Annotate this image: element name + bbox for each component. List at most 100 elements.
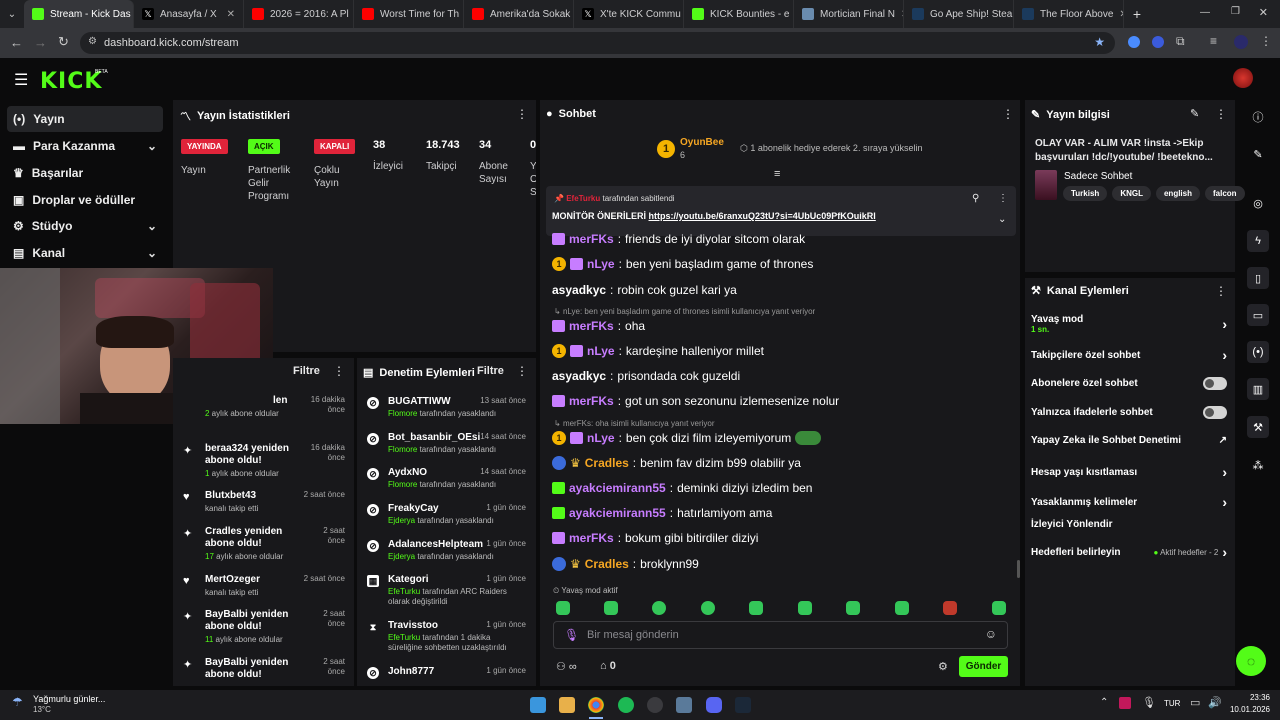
chat-icon[interactable]: ▭ — [1247, 304, 1269, 326]
collapse-leaderboard-icon[interactable]: ≡ — [774, 168, 780, 180]
microphone-tray-icon[interactable]: 🎙 — [1142, 696, 1156, 709]
steam-icon[interactable] — [735, 697, 751, 713]
sidebar-item-kanal[interactable]: ▤ Kanal ⌄ — [7, 240, 163, 266]
profile-avatar[interactable] — [1234, 35, 1248, 49]
sidebar-item-yayin[interactable]: (•) Yayın — [7, 106, 163, 132]
edit-stream-info-icon[interactable]: ✎ — [1190, 107, 1199, 120]
action-account-age[interactable]: Hesap yaşı kısıtlaması › — [1031, 464, 1227, 480]
network-icon[interactable]: ▭ — [1190, 696, 1200, 709]
clock-date[interactable]: 10.01.2026 — [1222, 705, 1270, 714]
category-thumbnail[interactable] — [1035, 170, 1057, 200]
browser-tab[interactable]: KICK Bounties - e✕ — [684, 0, 794, 28]
chat-scrollbar[interactable] — [1017, 560, 1020, 578]
edit-icon[interactable]: ✎ — [1247, 143, 1269, 165]
browser-tab[interactable]: 𝕏 Anasayfa / X ✕ — [134, 0, 244, 28]
sidebar-item-studyo[interactable]: ⚙ Stüdyo ⌄ — [7, 213, 163, 239]
action-emotes-only[interactable]: Yalnızca ifadelerle sohbet — [1031, 406, 1227, 419]
emote-icon[interactable] — [943, 601, 957, 615]
action-subscribers-only[interactable]: Abonelere özel sohbet — [1031, 377, 1227, 390]
forward-icon[interactable]: → — [34, 35, 47, 50]
help-button[interactable]: ◌ — [1236, 646, 1266, 676]
emote-icon[interactable] — [604, 601, 618, 615]
browser-tab[interactable]: Go Ape Ship! Stea✕ — [904, 0, 1014, 28]
events-filter-button[interactable]: Filtre — [293, 365, 320, 377]
sidebar-item-basarilar[interactable]: ♛ Başarılar — [7, 160, 163, 186]
hamburger-menu-icon[interactable]: ☰ — [14, 70, 28, 90]
action-slow-mode[interactable]: Yavaş mod 1 sn. › — [1031, 314, 1227, 334]
volume-icon[interactable]: 🔊 — [1208, 696, 1222, 709]
info-icon[interactable]: ⓘ — [1247, 106, 1269, 128]
chat-message[interactable]: 1 nLye: ben çok dizi film izleyemiyorum — [552, 431, 822, 445]
chat-menu-icon[interactable]: ⋮ — [1002, 107, 1014, 121]
chat-username[interactable]: merFKs — [569, 319, 614, 333]
chat-message[interactable]: ♛ Cradles: broklynn99 — [552, 557, 699, 571]
emote-icon[interactable] — [652, 601, 666, 615]
start-icon[interactable] — [530, 697, 546, 713]
chat-message[interactable]: merFKs: oha — [552, 319, 645, 333]
action-banned-words[interactable]: Yasaklanmış kelimeler › — [1031, 494, 1227, 510]
chat-message[interactable]: merFKs: bokum gibi bitirdiler diziyi — [552, 531, 758, 545]
chrome-icon[interactable] — [588, 697, 604, 713]
chat-username[interactable]: merFKs — [569, 394, 614, 408]
kick-logo[interactable]: KICK — [40, 69, 102, 94]
chat-settings-icon[interactable]: ⚙ — [938, 660, 948, 673]
tag[interactable]: english — [1155, 186, 1200, 201]
app-icon[interactable] — [676, 697, 692, 713]
wrench-icon[interactable]: ⚒ — [1247, 416, 1269, 438]
emote-icon[interactable] — [798, 601, 812, 615]
action-followers-only[interactable]: Takipçilere özel sohbet › — [1031, 347, 1227, 363]
tag[interactable]: Turkish — [1063, 186, 1108, 201]
close-tab-icon[interactable]: ✕ — [227, 9, 235, 20]
sidebar-item-droplar[interactable]: ▣ Droplar ve ödüller — [7, 187, 163, 213]
media-icon[interactable]: ≡ — [1210, 34, 1217, 48]
chat-message[interactable]: merFKs: friends de iyi diyolar sitcom ola… — [552, 232, 805, 246]
chat-username[interactable]: nLye — [587, 344, 615, 358]
obs-icon[interactable] — [647, 697, 663, 713]
discord-icon[interactable] — [706, 697, 722, 713]
menu-icon[interactable]: ⋮ — [1260, 34, 1272, 48]
action-goals[interactable]: Hedefleri belirleyin ● Aktif hedefler - 2… — [1031, 544, 1227, 560]
chat-message[interactable]: asyadkyc: robin cok guzel kari ya — [552, 283, 737, 297]
pinned-menu-icon[interactable]: ⋮ — [998, 193, 1008, 204]
chat-message[interactable]: ♛ Cradles: benim fav dizim b99 olabilir ya — [552, 456, 801, 470]
chat-username[interactable]: merFKs — [569, 232, 614, 246]
channel-points[interactable]: ⚇ ∞ — [556, 660, 577, 673]
stats-menu-icon[interactable]: ⋮ — [516, 107, 528, 121]
chat-username[interactable]: Cradles — [585, 557, 629, 571]
tag[interactable]: falcon — [1205, 186, 1245, 201]
browser-tab[interactable]: 2026 = 2016: A Pl✕ — [244, 0, 354, 28]
weather-text[interactable]: Yağmurlu günler... — [33, 694, 105, 704]
spotify-icon[interactable] — [618, 697, 634, 713]
document-icon[interactable]: ▯ — [1247, 267, 1269, 289]
moderation-filter-button[interactable]: Filtre — [477, 365, 504, 377]
browser-tab[interactable]: Amerika'da Sokak✕ — [464, 0, 574, 28]
chat-message[interactable]: 1 nLye: kardeşine halleniyor millet — [552, 344, 764, 358]
minimize-icon[interactable]: — — [1200, 7, 1210, 18]
apps-icon[interactable]: ⁂ — [1247, 454, 1269, 476]
chat-message[interactable]: asyadkyc: prisondada cok guzeldi — [552, 369, 740, 383]
broadcast-icon[interactable]: (•) — [1247, 341, 1269, 363]
browser-tab[interactable]: Mortician Final N✕ — [794, 0, 904, 28]
expand-pinned-icon[interactable]: ⌄ — [998, 214, 1006, 225]
chat-message[interactable]: merFKs: got un son sezonunu izlemesenize … — [552, 394, 839, 408]
chat-username[interactable]: nLye — [587, 257, 615, 271]
clock-time[interactable]: 23:36 — [1236, 693, 1270, 702]
events-menu-icon[interactable]: ⋮ — [333, 364, 345, 378]
chat-message[interactable]: 1 nLye: ben yeni başladım game of thrones — [552, 257, 813, 271]
emotes-only-toggle[interactable] — [1203, 406, 1227, 419]
extension-icon[interactable] — [1128, 36, 1140, 48]
close-window-icon[interactable]: ✕ — [1259, 6, 1268, 19]
chat-username[interactable]: Cradles — [585, 456, 629, 470]
gift-shop[interactable]: ⌂ 0 — [600, 660, 616, 672]
browser-tab[interactable]: The Floor Above✕ — [1014, 0, 1124, 28]
chat-username[interactable]: asyadkyc — [552, 283, 606, 297]
microphone-icon[interactable]: 🎙 — [564, 628, 579, 642]
chat-message[interactable]: ayakciemirann55: deminki diziyi izledim b… — [552, 481, 812, 495]
weather-icon[interactable]: ☂ — [12, 695, 23, 709]
emoji-icon[interactable]: ☺ — [985, 627, 997, 641]
unpin-icon[interactable]: ⚲ — [972, 193, 979, 204]
browser-tab[interactable]: 𝕏X'te KICK Commu✕ — [574, 0, 684, 28]
chat-message[interactable]: ayakciemirann55: hatırlamiyom ama — [552, 506, 772, 520]
action-raid[interactable]: İzleyici Yönlendir — [1031, 519, 1227, 530]
tray-app-icon[interactable] — [1119, 697, 1131, 709]
